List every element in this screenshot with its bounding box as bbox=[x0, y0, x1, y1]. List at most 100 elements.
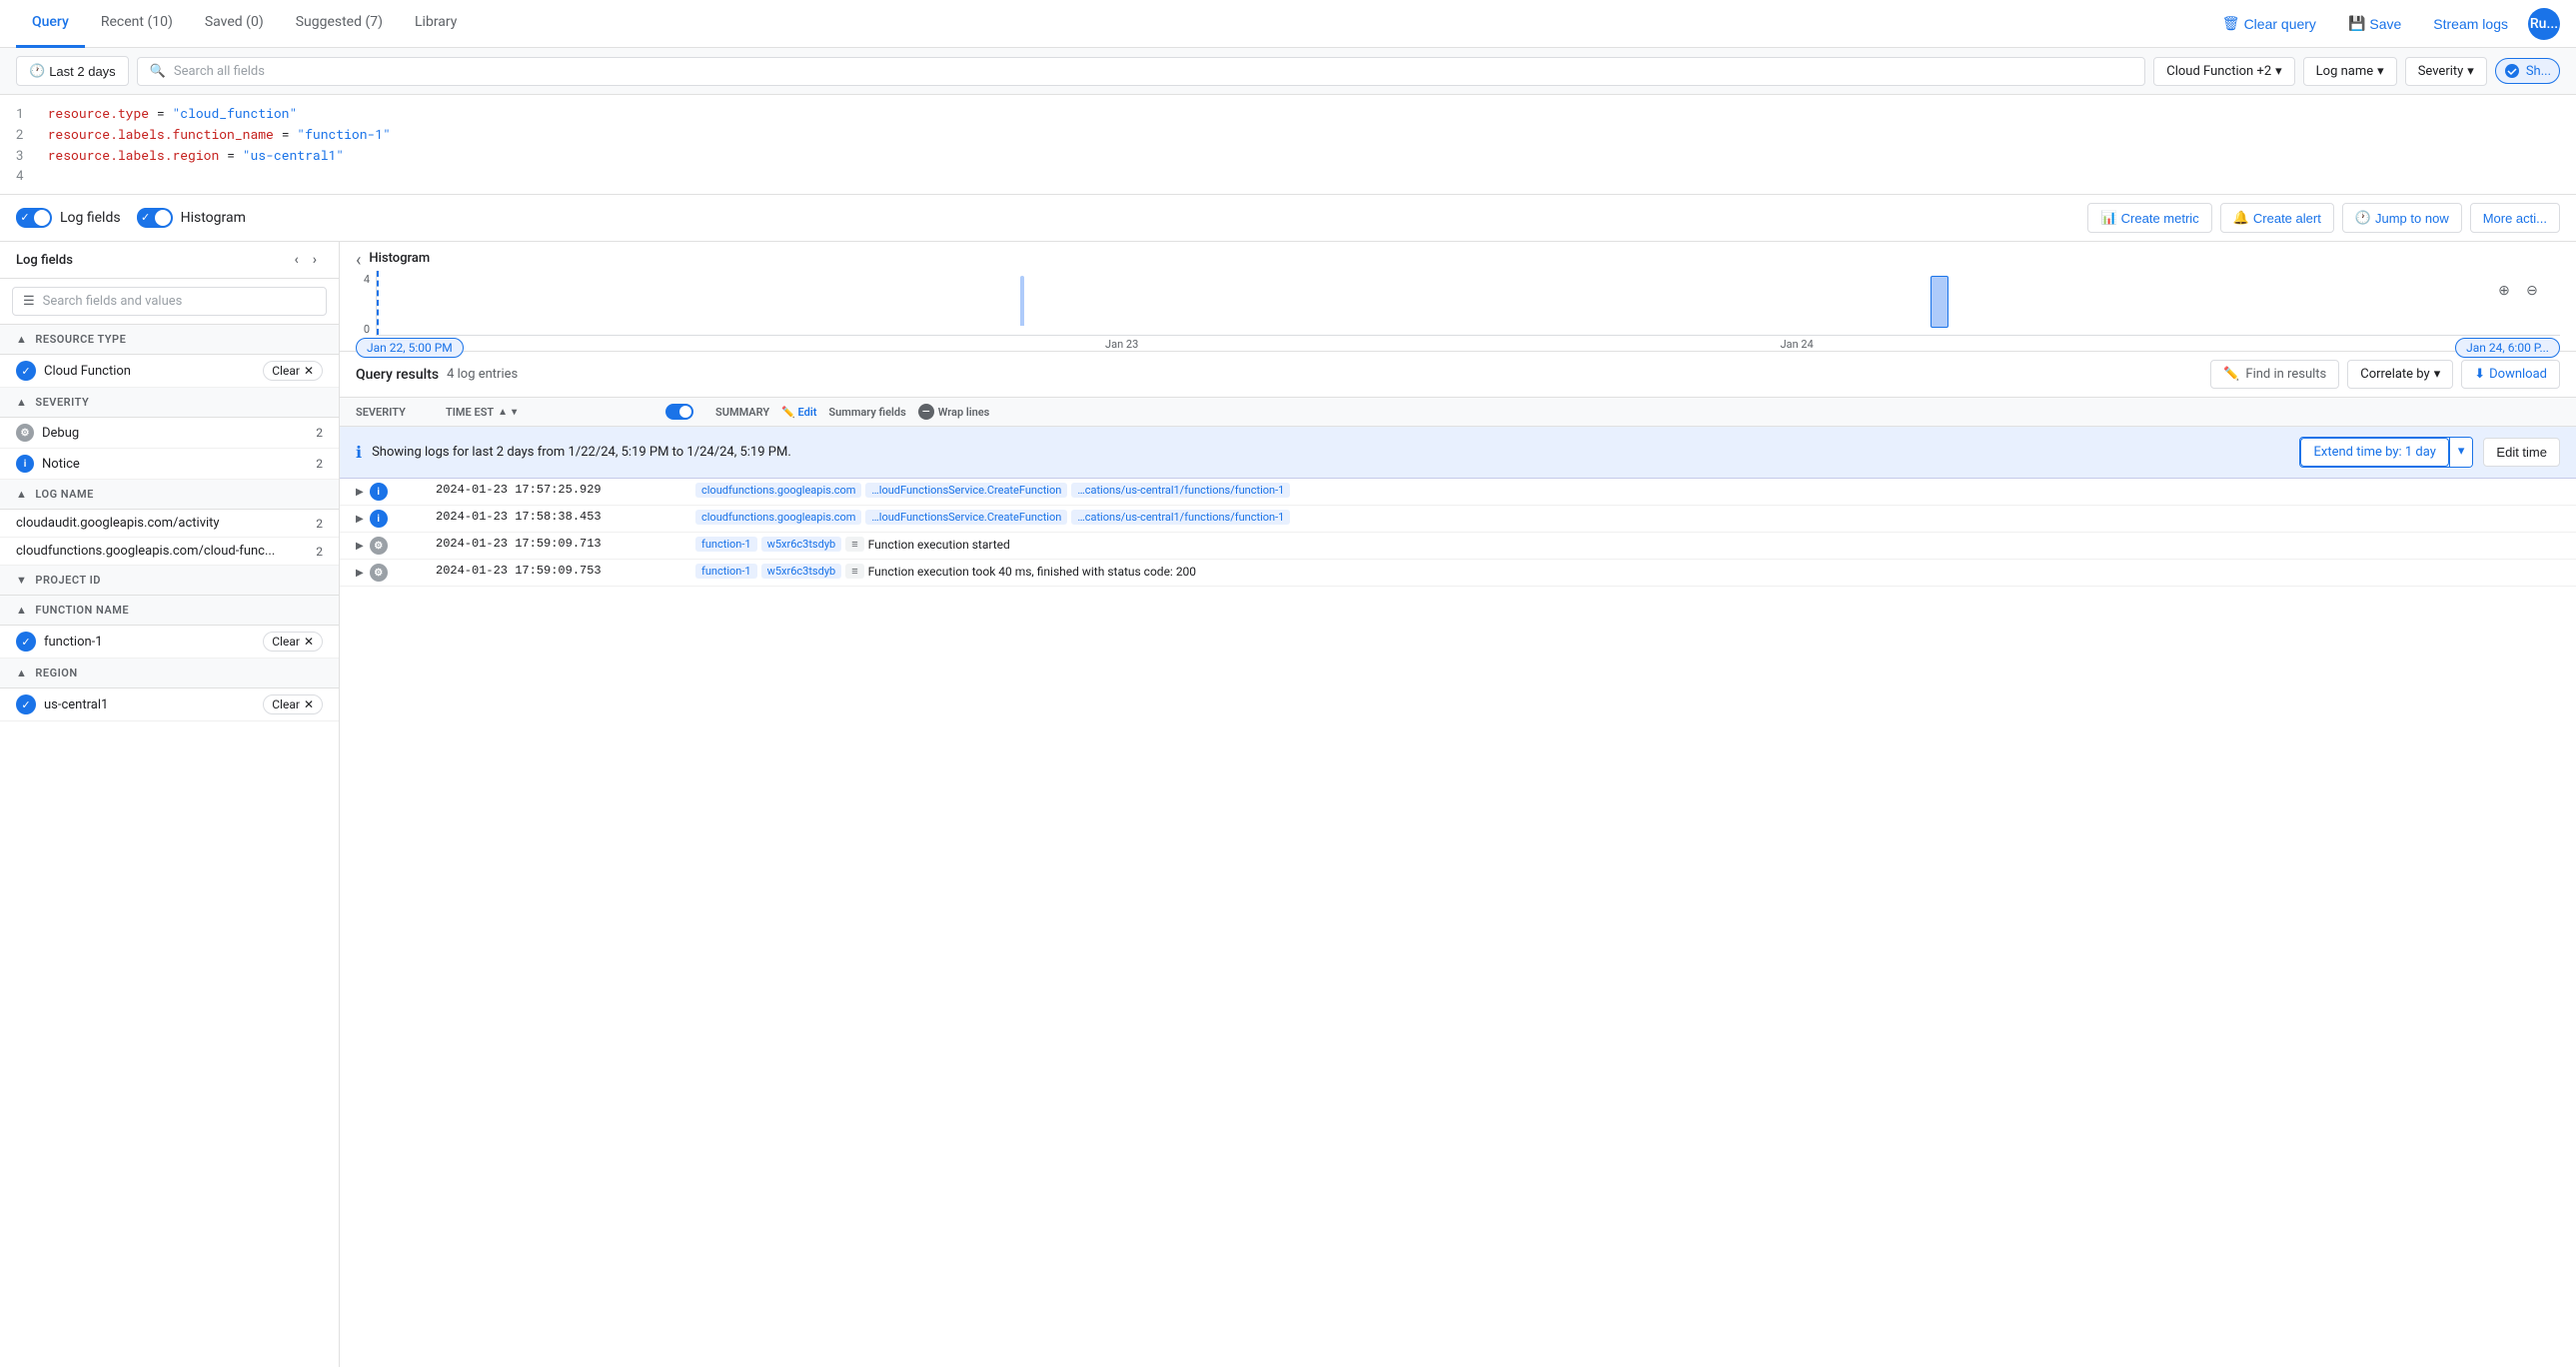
severity-badge: i bbox=[370, 510, 388, 528]
stream-logs-button[interactable]: Stream logs bbox=[2421, 10, 2520, 38]
clear-function-name-button[interactable]: Clear ✕ bbox=[263, 632, 323, 652]
extend-time-button[interactable]: Extend time by: 1 day bbox=[2300, 438, 2448, 467]
table-row[interactable]: ▶ ⚙ 2024-01-23 17:59:09.713 function-1 w… bbox=[340, 533, 2576, 560]
create-metric-button[interactable]: 📊 Create metric bbox=[2087, 203, 2211, 233]
edit-time-button[interactable]: Edit time bbox=[2483, 438, 2560, 467]
tab-saved[interactable]: Saved (0) bbox=[189, 0, 280, 48]
chevron-down-icon bbox=[2275, 64, 2282, 79]
table-row[interactable]: ▶ i 2024-01-23 17:57:25.929 cloudfunctio… bbox=[340, 479, 2576, 506]
chevron-up-icon: ▲ bbox=[16, 488, 27, 501]
expand-icon[interactable]: ▶ bbox=[356, 514, 364, 525]
expand-icon[interactable]: ▶ bbox=[356, 541, 364, 552]
expand-icon[interactable]: ▶ bbox=[356, 568, 364, 579]
extend-time-dropdown[interactable]: ▾ bbox=[2449, 438, 2473, 467]
expand-icon[interactable]: ▶ bbox=[356, 487, 364, 498]
jump-to-now-button[interactable]: 🕐 Jump to now bbox=[2342, 203, 2462, 233]
download-button[interactable]: ⬇ Download bbox=[2461, 360, 2560, 389]
close-icon: ✕ bbox=[304, 635, 314, 649]
more-actions-button[interactable]: More acti... bbox=[2470, 203, 2560, 233]
table-header: SEVERITY TIME EST ▲ ▾ SUMMARY ✏️ Edit bbox=[340, 398, 2576, 427]
create-alert-button[interactable]: 🔔 Create alert bbox=[2220, 203, 2334, 233]
search-all-fields-input[interactable]: 🔍 Search all fields bbox=[137, 57, 2146, 86]
time-range-button[interactable]: 🕐 Last 2 days bbox=[16, 56, 129, 86]
zoom-out-icon[interactable]: ⊖ bbox=[2520, 279, 2544, 303]
clock-icon: 🕐 bbox=[2355, 210, 2371, 226]
zoom-in-icon[interactable]: ⊕ bbox=[2492, 279, 2516, 303]
check-icon: ✓ bbox=[16, 361, 36, 381]
chevron-up-icon: ▲ bbox=[16, 333, 27, 346]
section-severity[interactable]: ▲ SEVERITY bbox=[0, 388, 339, 418]
top-nav-actions: 🗑 Clear query 💾 Save Stream logs Ru... bbox=[2210, 8, 2560, 40]
log-fields-switch[interactable]: ✓ bbox=[16, 208, 52, 228]
clear-cloud-function-button[interactable]: Clear ✕ bbox=[263, 361, 323, 381]
clear-region-button[interactable]: Clear ✕ bbox=[263, 694, 323, 714]
cloud-function-filter[interactable]: Cloud Function +2 bbox=[2153, 57, 2294, 86]
download-icon: ⬇ bbox=[2474, 367, 2485, 382]
field-us-central1: ✓ us-central1 Clear ✕ bbox=[0, 688, 339, 721]
query-line-2: 2 resource.labels.function_name = "funct… bbox=[16, 124, 2560, 145]
info-banner: ℹ Showing logs for last 2 days from 1/22… bbox=[340, 427, 2576, 479]
edit-summary-button[interactable]: ✏️ Edit bbox=[781, 406, 816, 419]
chevron-up-icon: ▲ bbox=[16, 396, 27, 409]
chevron-down-icon: ▼ bbox=[16, 574, 27, 587]
metric-icon: 📊 bbox=[2100, 210, 2116, 226]
correlate-by-button[interactable]: Correlate by bbox=[2347, 360, 2453, 389]
zoom-controls: ⊕ ⊖ bbox=[2492, 279, 2544, 303]
field-cloudfunctions: cloudfunctions.googleapis.com/cloud-func… bbox=[0, 538, 339, 566]
log-timestamp: 2024-01-23 17:57:25.929 bbox=[436, 483, 636, 497]
log-summary: function-1 w5xr6c3tsdyb ≡ Function execu… bbox=[695, 564, 2560, 579]
chevron-down-icon bbox=[2377, 64, 2384, 79]
right-panel: ‹ Histogram 4 0 bbox=[340, 242, 2576, 1367]
results-actions: ✏️ Find in results Correlate by ⬇ Downlo… bbox=[2210, 360, 2560, 389]
log-timestamp: 2024-01-23 17:59:09.713 bbox=[436, 537, 636, 551]
section-log-name[interactable]: ▲ LOG NAME bbox=[0, 480, 339, 510]
user-avatar[interactable]: Ru... bbox=[2528, 8, 2560, 40]
query-line-4: 4 bbox=[16, 165, 2560, 186]
save-button[interactable]: 💾 Save bbox=[2336, 9, 2413, 38]
time-col-header[interactable]: TIME EST ▲ ▾ bbox=[446, 406, 665, 419]
extend-time-container: Extend time by: 1 day ▾ bbox=[2299, 437, 2473, 468]
chevron-down-icon bbox=[2434, 367, 2441, 382]
check-icon: ✓ bbox=[16, 208, 34, 226]
nav-left-icon[interactable]: ‹ bbox=[288, 250, 304, 270]
find-in-results-input[interactable]: ✏️ Find in results bbox=[2210, 360, 2339, 389]
histogram-end-date: Jan 24, 6:00 P... bbox=[2455, 338, 2560, 358]
tab-query[interactable]: Query bbox=[16, 0, 85, 48]
results-table: ▶ i 2024-01-23 17:57:25.929 cloudfunctio… bbox=[340, 479, 2576, 1367]
histogram-back-icon[interactable]: ‹ bbox=[356, 250, 361, 271]
pencil-icon: ✏️ bbox=[2223, 367, 2239, 382]
histogram-selected-bar[interactable] bbox=[1931, 276, 1948, 328]
section-resource-type[interactable]: ▲ RESOURCE TYPE bbox=[0, 325, 339, 355]
log-summary: cloudfunctions.googleapis.com …loudFunct… bbox=[695, 483, 2560, 498]
histogram-start-date: Jan 22, 5:00 PM bbox=[356, 338, 464, 358]
histogram-toggle[interactable]: ✓ Histogram bbox=[137, 208, 246, 228]
nav-right-icon[interactable]: › bbox=[307, 250, 323, 270]
summary-fields-toggle[interactable] bbox=[665, 404, 715, 420]
section-region[interactable]: ▲ REGION bbox=[0, 659, 339, 688]
sort-chevron-icon: ▾ bbox=[512, 407, 517, 418]
clear-query-button[interactable]: 🗑 Clear query bbox=[2210, 9, 2328, 38]
table-row[interactable]: ▶ ⚙ 2024-01-23 17:59:09.753 function-1 w… bbox=[340, 560, 2576, 587]
tab-suggested[interactable]: Suggested (7) bbox=[280, 0, 399, 48]
check-icon: ✓ bbox=[16, 694, 36, 714]
log-fields-header: Log fields ‹ › bbox=[0, 242, 339, 279]
debug-severity-icon: ⚙ bbox=[16, 424, 34, 442]
severity-col-header[interactable]: SEVERITY bbox=[356, 406, 446, 419]
tab-library[interactable]: Library bbox=[399, 0, 473, 48]
chevron-down-icon bbox=[2467, 64, 2474, 79]
wrap-lines-toggle[interactable]: — Wrap lines bbox=[918, 404, 990, 420]
log-fields-toggle[interactable]: ✓ Log fields bbox=[16, 208, 121, 228]
query-editor[interactable]: 1 resource.type = "cloud_function" 2 res… bbox=[0, 95, 2576, 195]
table-row[interactable]: ▶ i 2024-01-23 17:58:38.453 cloudfunctio… bbox=[340, 506, 2576, 533]
section-function-name[interactable]: ▲ FUNCTION NAME bbox=[0, 596, 339, 626]
histogram-switch[interactable]: ✓ bbox=[137, 208, 173, 228]
show-query-toggle[interactable]: Sh... bbox=[2495, 58, 2560, 84]
search-icon: 🔍 bbox=[150, 64, 166, 79]
severity-badge: ⚙ bbox=[370, 537, 388, 555]
log-name-filter[interactable]: Log name bbox=[2303, 57, 2397, 86]
section-project-id[interactable]: ▼ PROJECT ID bbox=[0, 566, 339, 596]
severity-filter[interactable]: Severity bbox=[2405, 57, 2487, 86]
tab-recent[interactable]: Recent (10) bbox=[85, 0, 189, 48]
sort-icon: ▲ bbox=[498, 407, 508, 418]
search-fields-input[interactable]: ☰ Search fields and values bbox=[12, 287, 327, 316]
